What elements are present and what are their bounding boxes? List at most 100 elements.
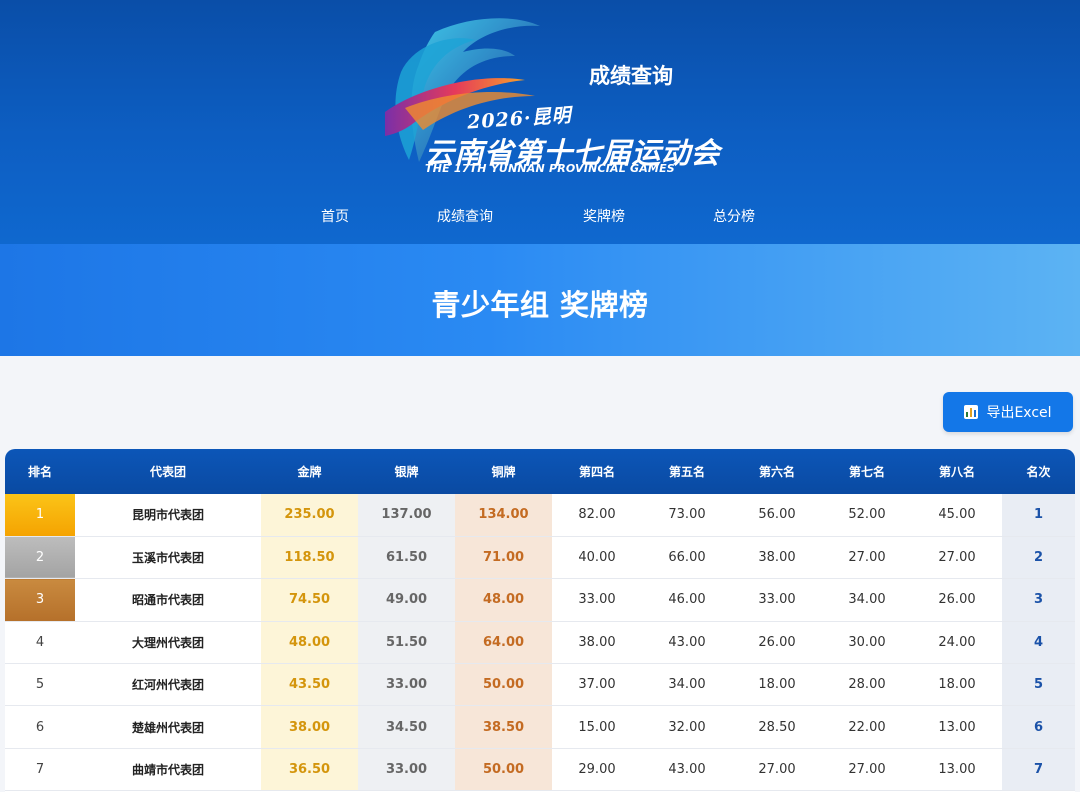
nav-home[interactable]: 首页	[321, 206, 349, 226]
cell-eighth: 27.00	[938, 550, 976, 566]
cell-fourth: 15.00	[578, 719, 616, 735]
cell-bronze: 71.00	[455, 536, 552, 579]
cell-sixth: 27.00	[758, 762, 796, 778]
export-excel-button[interactable]: 导出Excel	[943, 392, 1073, 432]
cell-gold: 38.00	[261, 705, 358, 749]
nav-total-score[interactable]: 总分榜	[713, 206, 755, 226]
logo-english-name: THE 17TH YUNNAN PROVINCIAL GAMES	[425, 162, 675, 175]
table-row[interactable]: 7 曲靖市代表团 36.50 33.00 50.00 29.00 43.00 27.00 27.…	[5, 748, 1075, 791]
cell-gold: 43.50	[261, 663, 358, 706]
medal-table: 排名 代表团 金牌 银牌 铜牌 第四名 第五名 第六名 第七名 第八名 名次 1 昆明市代表团 235.…	[5, 449, 1075, 792]
site-header: 2026·昆明 云南省第十七届运动会 THE 17TH YUNNAN PROVI…	[0, 0, 1080, 244]
header-col-eighth: 第八名	[938, 465, 975, 479]
cell-fourth: 29.00	[578, 762, 616, 778]
table-row[interactable]: 1 昆明市代表团 235.00 137.00 134.00 82.00 73.00 56.00…	[5, 494, 1075, 537]
table-row[interactable]: 4 大理州代表团 48.00 51.50 64.00 38.00 43.00 26.00 30.…	[5, 621, 1075, 664]
cell-team: 大理州代表团	[131, 635, 204, 650]
cell-eighth: 13.00	[938, 762, 976, 778]
cell-gold: 36.50	[261, 748, 358, 791]
table-row[interactable]: 6 楚雄州代表团 38.00 34.50 38.50 15.00 32.00 28.50 22.…	[5, 705, 1075, 749]
cell-team: 玉溪市代表团	[131, 551, 204, 566]
main-nav: 首页 成绩查询 奖牌榜 总分榜	[0, 206, 1080, 230]
cell-place: 2	[1002, 536, 1075, 579]
header-col-sixth: 第六名	[758, 465, 795, 479]
cell-sixth: 56.00	[758, 507, 796, 523]
cell-sixth: 18.00	[758, 677, 796, 693]
cell-fifth: 32.00	[668, 719, 706, 735]
cell-rank: 1	[5, 494, 75, 537]
header-col-gold: 金牌	[297, 465, 322, 479]
cell-place: 1	[1002, 494, 1075, 537]
table-header-row: 排名 代表团 金牌 银牌 铜牌 第四名 第五名 第六名 第七名 第八名 名次	[5, 449, 1075, 494]
cell-seventh: 34.00	[848, 592, 886, 608]
cell-silver: 49.00	[358, 578, 455, 622]
nav-medal-table[interactable]: 奖牌榜	[583, 206, 625, 226]
cell-place: 4	[1002, 621, 1075, 664]
cell-gold: 118.50	[261, 536, 358, 579]
cell-rank: 6	[35, 719, 45, 735]
cell-eighth: 24.00	[938, 634, 976, 650]
cell-seventh: 30.00	[848, 634, 886, 650]
cell-seventh: 52.00	[848, 507, 886, 523]
cell-fifth: 46.00	[668, 592, 706, 608]
cell-fifth: 66.00	[668, 550, 706, 566]
cell-fourth: 38.00	[578, 634, 616, 650]
cell-sixth: 38.00	[758, 550, 796, 566]
cell-team: 曲靖市代表团	[131, 763, 204, 778]
table-row[interactable]: 2 玉溪市代表团 118.50 61.50 71.00 40.00 66.00 38.00 27…	[5, 536, 1075, 579]
table-row[interactable]: 3 昭通市代表团 74.50 49.00 48.00 33.00 46.00 33.00 34.…	[5, 578, 1075, 622]
cell-seventh: 27.00	[848, 550, 886, 566]
header-col-place: 名次	[1026, 465, 1051, 479]
cell-bronze: 50.00	[455, 748, 552, 791]
cell-bronze: 48.00	[455, 578, 552, 622]
cell-team: 昭通市代表团	[131, 593, 204, 608]
cell-fourth: 82.00	[578, 507, 616, 523]
page-title: 青少年组 奖牌榜	[431, 288, 649, 322]
cell-gold: 74.50	[261, 578, 358, 622]
cell-fourth: 37.00	[578, 677, 616, 693]
cell-bronze: 50.00	[455, 663, 552, 706]
games-logo[interactable]: 2026·昆明 云南省第十七届运动会 THE 17TH YUNNAN PROVI…	[375, 12, 720, 182]
cell-sixth: 26.00	[758, 634, 796, 650]
cell-fifth: 73.00	[668, 507, 706, 523]
header-col-bronze: 铜牌	[491, 465, 516, 479]
cell-team: 红河州代表团	[131, 678, 204, 693]
cell-eighth: 45.00	[938, 507, 976, 523]
page-banner: 青少年组 奖牌榜	[0, 244, 1080, 356]
cell-seventh: 27.00	[848, 762, 886, 778]
cell-silver: 33.00	[358, 663, 455, 706]
cell-fourth: 33.00	[578, 592, 616, 608]
cell-place: 3	[1002, 578, 1075, 622]
cell-bronze: 64.00	[455, 621, 552, 664]
cell-eighth: 26.00	[938, 592, 976, 608]
bar-chart-icon	[964, 405, 979, 419]
header-col-silver: 银牌	[394, 465, 419, 479]
header-col-team: 代表团	[149, 465, 186, 479]
cell-silver: 34.50	[358, 705, 455, 749]
cell-eighth: 13.00	[938, 719, 976, 735]
cell-fourth: 40.00	[578, 550, 616, 566]
cell-sixth: 33.00	[758, 592, 796, 608]
cell-bronze: 38.50	[455, 705, 552, 749]
table-body: 1 昆明市代表团 235.00 137.00 134.00 82.00 73.00 56.00…	[5, 494, 1075, 791]
header-col-seventh: 第七名	[848, 465, 885, 479]
cell-fifth: 43.00	[668, 634, 706, 650]
header-col-fifth: 第五名	[668, 465, 705, 479]
cell-silver: 33.00	[358, 748, 455, 791]
export-excel-label: 导出Excel	[986, 405, 1052, 421]
table-row[interactable]: 5 红河州代表团 43.50 33.00 50.00 37.00 34.00 18.00 28.…	[5, 663, 1075, 706]
cell-rank: 5	[35, 677, 45, 693]
cell-fifth: 43.00	[668, 762, 706, 778]
nav-results[interactable]: 成绩查询	[437, 206, 493, 226]
cell-eighth: 18.00	[938, 677, 976, 693]
cell-silver: 51.50	[358, 621, 455, 664]
cell-gold: 48.00	[261, 621, 358, 664]
header-col-fourth: 第四名	[578, 465, 615, 479]
cell-team: 昆明市代表团	[131, 508, 204, 523]
cell-team: 楚雄州代表团	[131, 720, 204, 735]
cell-silver: 137.00	[358, 494, 455, 537]
cell-rank: 3	[5, 578, 75, 622]
cell-rank: 2	[5, 536, 75, 579]
cell-silver: 61.50	[358, 536, 455, 579]
cell-rank: 4	[35, 634, 45, 650]
